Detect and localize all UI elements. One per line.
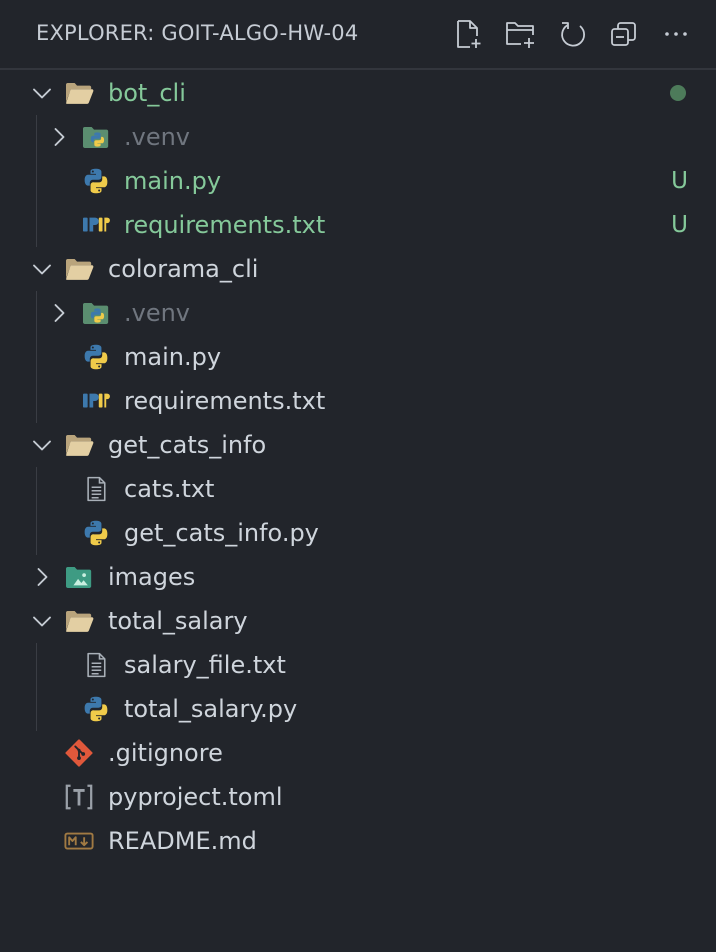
python-file-icon — [81, 167, 111, 195]
git-icon — [64, 739, 94, 767]
tree-item-label: salary_file.txt — [124, 651, 286, 679]
collapse-all-icon — [611, 22, 636, 46]
refresh-button[interactable] — [555, 15, 589, 53]
chevron-down-icon — [30, 257, 54, 281]
file-bot-cli-main-py[interactable]: main.py U — [0, 159, 716, 203]
tree-item-label: cats.txt — [124, 475, 215, 503]
folder-open-icon — [64, 431, 94, 459]
chevron-right-icon — [30, 565, 54, 589]
new-file-icon — [457, 20, 481, 48]
markdown-icon — [64, 827, 94, 855]
more-actions-button[interactable] — [659, 15, 693, 53]
chevron-down-icon — [30, 433, 54, 457]
pip-requirements-icon — [81, 387, 111, 415]
python-file-icon — [81, 343, 111, 371]
folder-images[interactable]: images — [0, 555, 716, 599]
file-colorama-cli-requirements[interactable]: requirements.txt — [0, 379, 716, 423]
file-cats-txt[interactable]: cats.txt — [0, 467, 716, 511]
python-file-icon — [81, 519, 111, 547]
text-file-icon — [81, 475, 111, 503]
folder-open-icon — [64, 79, 94, 107]
folder-bot-cli[interactable]: bot_cli — [0, 71, 716, 115]
file-total-salary-py[interactable]: total_salary.py — [0, 687, 716, 731]
folder-get-cats-info[interactable]: get_cats_info — [0, 423, 716, 467]
new-file-button[interactable] — [451, 15, 485, 53]
tree-item-label: requirements.txt — [124, 211, 326, 239]
tree-item-label: .venv — [124, 123, 191, 151]
folder-open-icon — [64, 607, 94, 635]
untracked-badge: U — [671, 168, 688, 194]
file-bot-cli-requirements[interactable]: requirements.txt U — [0, 203, 716, 247]
folder-total-salary[interactable]: total_salary — [0, 599, 716, 643]
explorer-panel: EXPLORER: GOIT-ALGO-HW-04 bot_cli .venv … — [0, 0, 716, 952]
tree-item-label: .venv — [124, 299, 191, 327]
tree-item-label: bot_cli — [108, 79, 186, 107]
python-file-icon — [81, 695, 111, 723]
file-gitignore[interactable]: .gitignore — [0, 731, 716, 775]
image-folder-icon — [64, 563, 94, 591]
toml-file-icon — [64, 783, 94, 811]
chevron-down-icon — [30, 81, 54, 105]
venv-folder-icon — [81, 123, 111, 151]
explorer-title: EXPLORER: GOIT-ALGO-HW-04 — [36, 21, 359, 45]
file-readme-md[interactable]: README.md — [0, 819, 716, 863]
tree-item-label: requirements.txt — [124, 387, 326, 415]
file-tree: bot_cli .venv main.py U requirements.txt… — [0, 71, 716, 863]
chevron-down-icon — [30, 609, 54, 633]
tree-item-label: main.py — [124, 167, 222, 195]
new-folder-button[interactable] — [503, 15, 537, 53]
folder-colorama-cli-venv[interactable]: .venv — [0, 291, 716, 335]
tree-item-label: main.py — [124, 343, 222, 371]
folder-bot-cli-venv[interactable]: .venv — [0, 115, 716, 159]
tree-item-label: total_salary — [108, 607, 248, 635]
file-get-cats-info-py[interactable]: get_cats_info.py — [0, 511, 716, 555]
tree-item-label: README.md — [108, 827, 257, 855]
tree-item-label: images — [108, 563, 196, 591]
tree-item-label: .gitignore — [108, 739, 223, 767]
tree-item-label: total_salary.py — [124, 695, 298, 723]
modified-dot — [670, 85, 686, 101]
chevron-right-icon — [47, 301, 71, 325]
file-pyproject-toml[interactable]: pyproject.toml — [0, 775, 716, 819]
chevron-right-icon — [47, 125, 71, 149]
explorer-header: EXPLORER: GOIT-ALGO-HW-04 — [0, 0, 716, 70]
folder-open-icon — [64, 255, 94, 283]
new-folder-icon — [506, 22, 534, 48]
tree-item-label: get_cats_info — [108, 431, 267, 459]
pip-requirements-icon — [81, 211, 111, 239]
untracked-badge: U — [671, 212, 688, 238]
file-colorama-cli-main-py[interactable]: main.py — [0, 335, 716, 379]
folder-colorama-cli[interactable]: colorama_cli — [0, 247, 716, 291]
tree-item-label: colorama_cli — [108, 255, 259, 283]
file-salary-file-txt[interactable]: salary_file.txt — [0, 643, 716, 687]
tree-item-label: get_cats_info.py — [124, 519, 319, 547]
venv-folder-icon — [81, 299, 111, 327]
more-actions-icon — [665, 32, 687, 36]
refresh-icon — [561, 22, 585, 47]
collapse-all-button[interactable] — [607, 15, 641, 53]
text-file-icon — [81, 651, 111, 679]
tree-item-label: pyproject.toml — [108, 783, 283, 811]
